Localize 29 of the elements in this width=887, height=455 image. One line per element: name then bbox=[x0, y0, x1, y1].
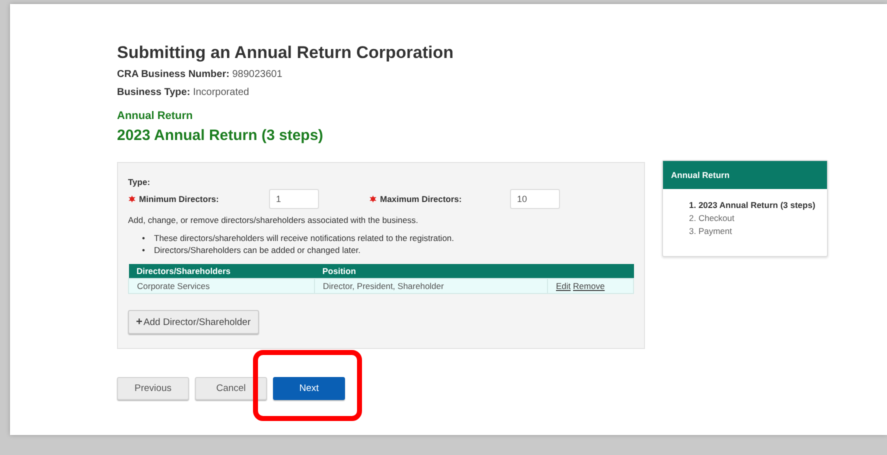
page-title: Submitting an Annual Return Corporation bbox=[117, 43, 455, 63]
action-link[interactable]: Edit bbox=[556, 281, 571, 291]
field-label: Minimum Directors: bbox=[139, 194, 220, 204]
column-header: Directors/Shareholders bbox=[128, 264, 314, 278]
table-cell: Corporate Services bbox=[128, 278, 314, 294]
number-field[interactable]: 1 bbox=[269, 189, 319, 209]
next-button[interactable]: Next bbox=[273, 377, 345, 400]
number-field[interactable]: 10 bbox=[510, 189, 560, 209]
column-header: Position bbox=[314, 264, 548, 278]
type-label: Type: bbox=[128, 177, 152, 187]
step-item[interactable]: 2. Checkout bbox=[689, 212, 827, 225]
step-item[interactable]: 3. Payment bbox=[689, 225, 827, 238]
table-cell: Director, President, Shareholder bbox=[314, 278, 548, 294]
add-director-button[interactable]: +Add Director/Shareholder bbox=[128, 310, 259, 334]
intro-text: Add, change, or remove directors/shareholders associated with the business. bbox=[128, 215, 420, 225]
field-label: Maximum Directors: bbox=[380, 194, 463, 204]
detail-line: CRA Business Number: 989023601 bbox=[117, 69, 284, 80]
nav-button[interactable]: Previous bbox=[117, 377, 189, 400]
bullet-text: These directors/shareholders will receive notifications related to the registration. bbox=[154, 232, 454, 244]
sidebar-title: Annual Return bbox=[663, 161, 827, 189]
nav-button[interactable]: Cancel bbox=[195, 377, 267, 400]
bullet-mark: • bbox=[142, 244, 146, 256]
action-link[interactable]: Remove bbox=[573, 281, 605, 291]
bullet-text: Directors/Shareholders can be added or changed later. bbox=[154, 244, 360, 256]
bullet-mark: • bbox=[142, 232, 146, 244]
section-label: Annual Return bbox=[117, 110, 194, 122]
step-heading: 2023 Annual Return (3 steps) bbox=[117, 127, 324, 144]
detail-line: Business Type: Incorporated bbox=[117, 87, 250, 98]
step-item[interactable]: 1. 2023 Annual Return (3 steps) bbox=[689, 199, 827, 212]
